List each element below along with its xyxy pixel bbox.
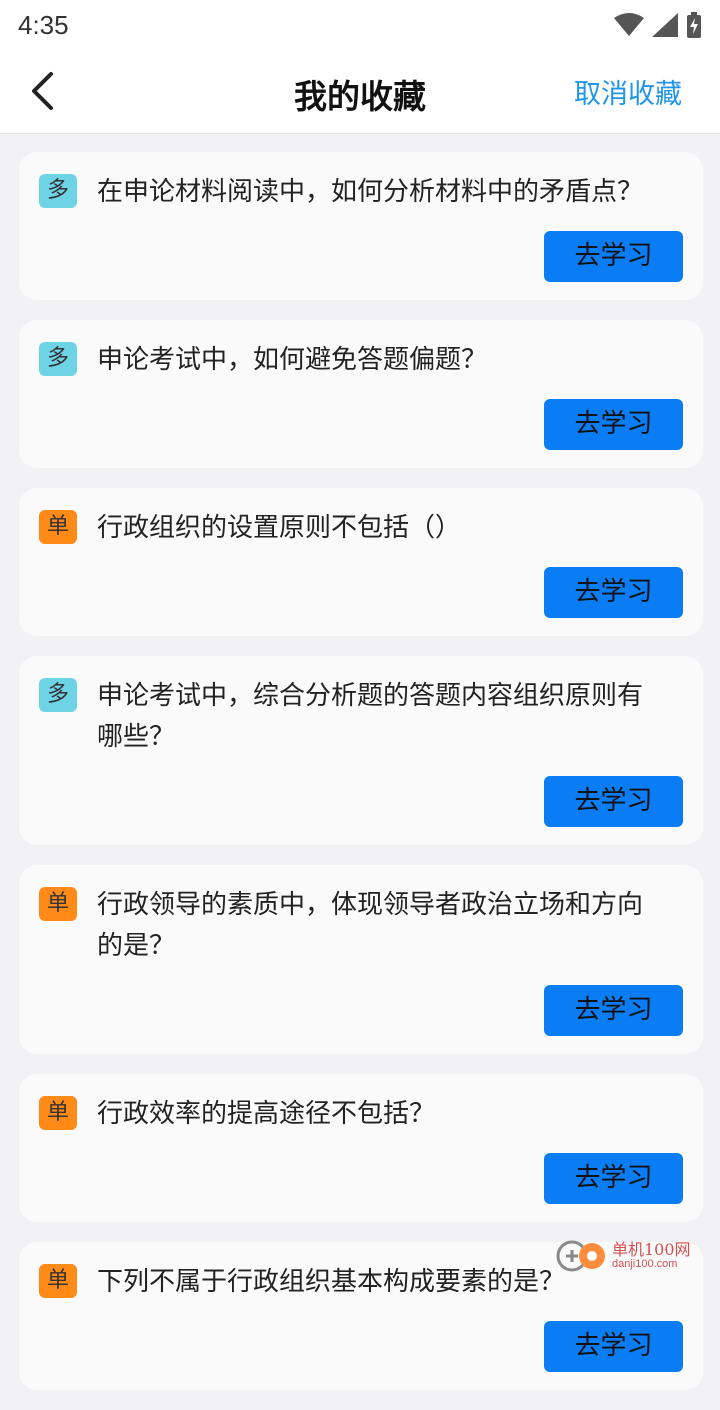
question-type-badge: 单 [39, 510, 77, 544]
question-type-badge: 单 [39, 1096, 77, 1130]
status-time: 4:35 [18, 10, 69, 41]
list-item: 多 在申论材料阅读中，如何分析材料中的矛盾点？ 去学习 [19, 152, 703, 300]
study-button[interactable]: 去学习 [544, 231, 683, 282]
question-text: 申论考试中，综合分析题的答题内容组织原则有哪些？ [97, 676, 683, 758]
question-type-badge: 多 [39, 174, 77, 208]
study-button[interactable]: 去学习 [544, 399, 683, 450]
watermark-text: 单机100网 [612, 1242, 691, 1258]
question-text: 申论考试中，如何避免答题偏题？ [97, 340, 683, 381]
study-button[interactable]: 去学习 [544, 985, 683, 1036]
list-item: 单 行政效率的提高途径不包括？ 去学习 [19, 1074, 703, 1222]
list-item: 单 行政领导的素质中，体现领导者政治立场和方向的是？ 去学习 [19, 865, 703, 1054]
status-bar: 4:35 [0, 0, 720, 50]
list-item: 多 申论考试中，如何避免答题偏题？ 去学习 [19, 320, 703, 468]
top-nav-bar: 我的收藏 取消收藏 [0, 50, 720, 134]
question-type-badge: 单 [39, 1264, 77, 1298]
status-icons [614, 12, 702, 38]
wifi-icon [614, 13, 644, 37]
watermark-logo-icon [556, 1239, 608, 1273]
study-button[interactable]: 去学习 [544, 1321, 683, 1372]
watermark-subtext: danji100.com [612, 1258, 691, 1270]
question-text: 在申论材料阅读中，如何分析材料中的矛盾点？ [97, 172, 683, 213]
favorites-list: 多 在申论材料阅读中，如何分析材料中的矛盾点？ 去学习 多 申论考试中，如何避免… [19, 152, 703, 1410]
question-text: 行政组织的设置原则不包括（） [97, 508, 683, 549]
question-text: 行政效率的提高途径不包括？ [97, 1094, 683, 1135]
question-text: 行政领导的素质中，体现领导者政治立场和方向的是？ [97, 885, 683, 967]
question-type-badge: 多 [39, 678, 77, 712]
watermark: 单机100网 danji100.com [556, 1236, 706, 1276]
study-button[interactable]: 去学习 [544, 1153, 683, 1204]
study-button[interactable]: 去学习 [544, 567, 683, 618]
signal-icon [652, 13, 678, 37]
question-type-badge: 单 [39, 887, 77, 921]
list-item: 多 申论考试中，综合分析题的答题内容组织原则有哪些？ 去学习 [19, 656, 703, 845]
cancel-favorite-button[interactable]: 取消收藏 [574, 72, 682, 111]
question-type-badge: 多 [39, 342, 77, 376]
battery-icon [686, 12, 702, 38]
study-button[interactable]: 去学习 [544, 776, 683, 827]
list-item: 单 行政组织的设置原则不包括（） 去学习 [19, 488, 703, 636]
